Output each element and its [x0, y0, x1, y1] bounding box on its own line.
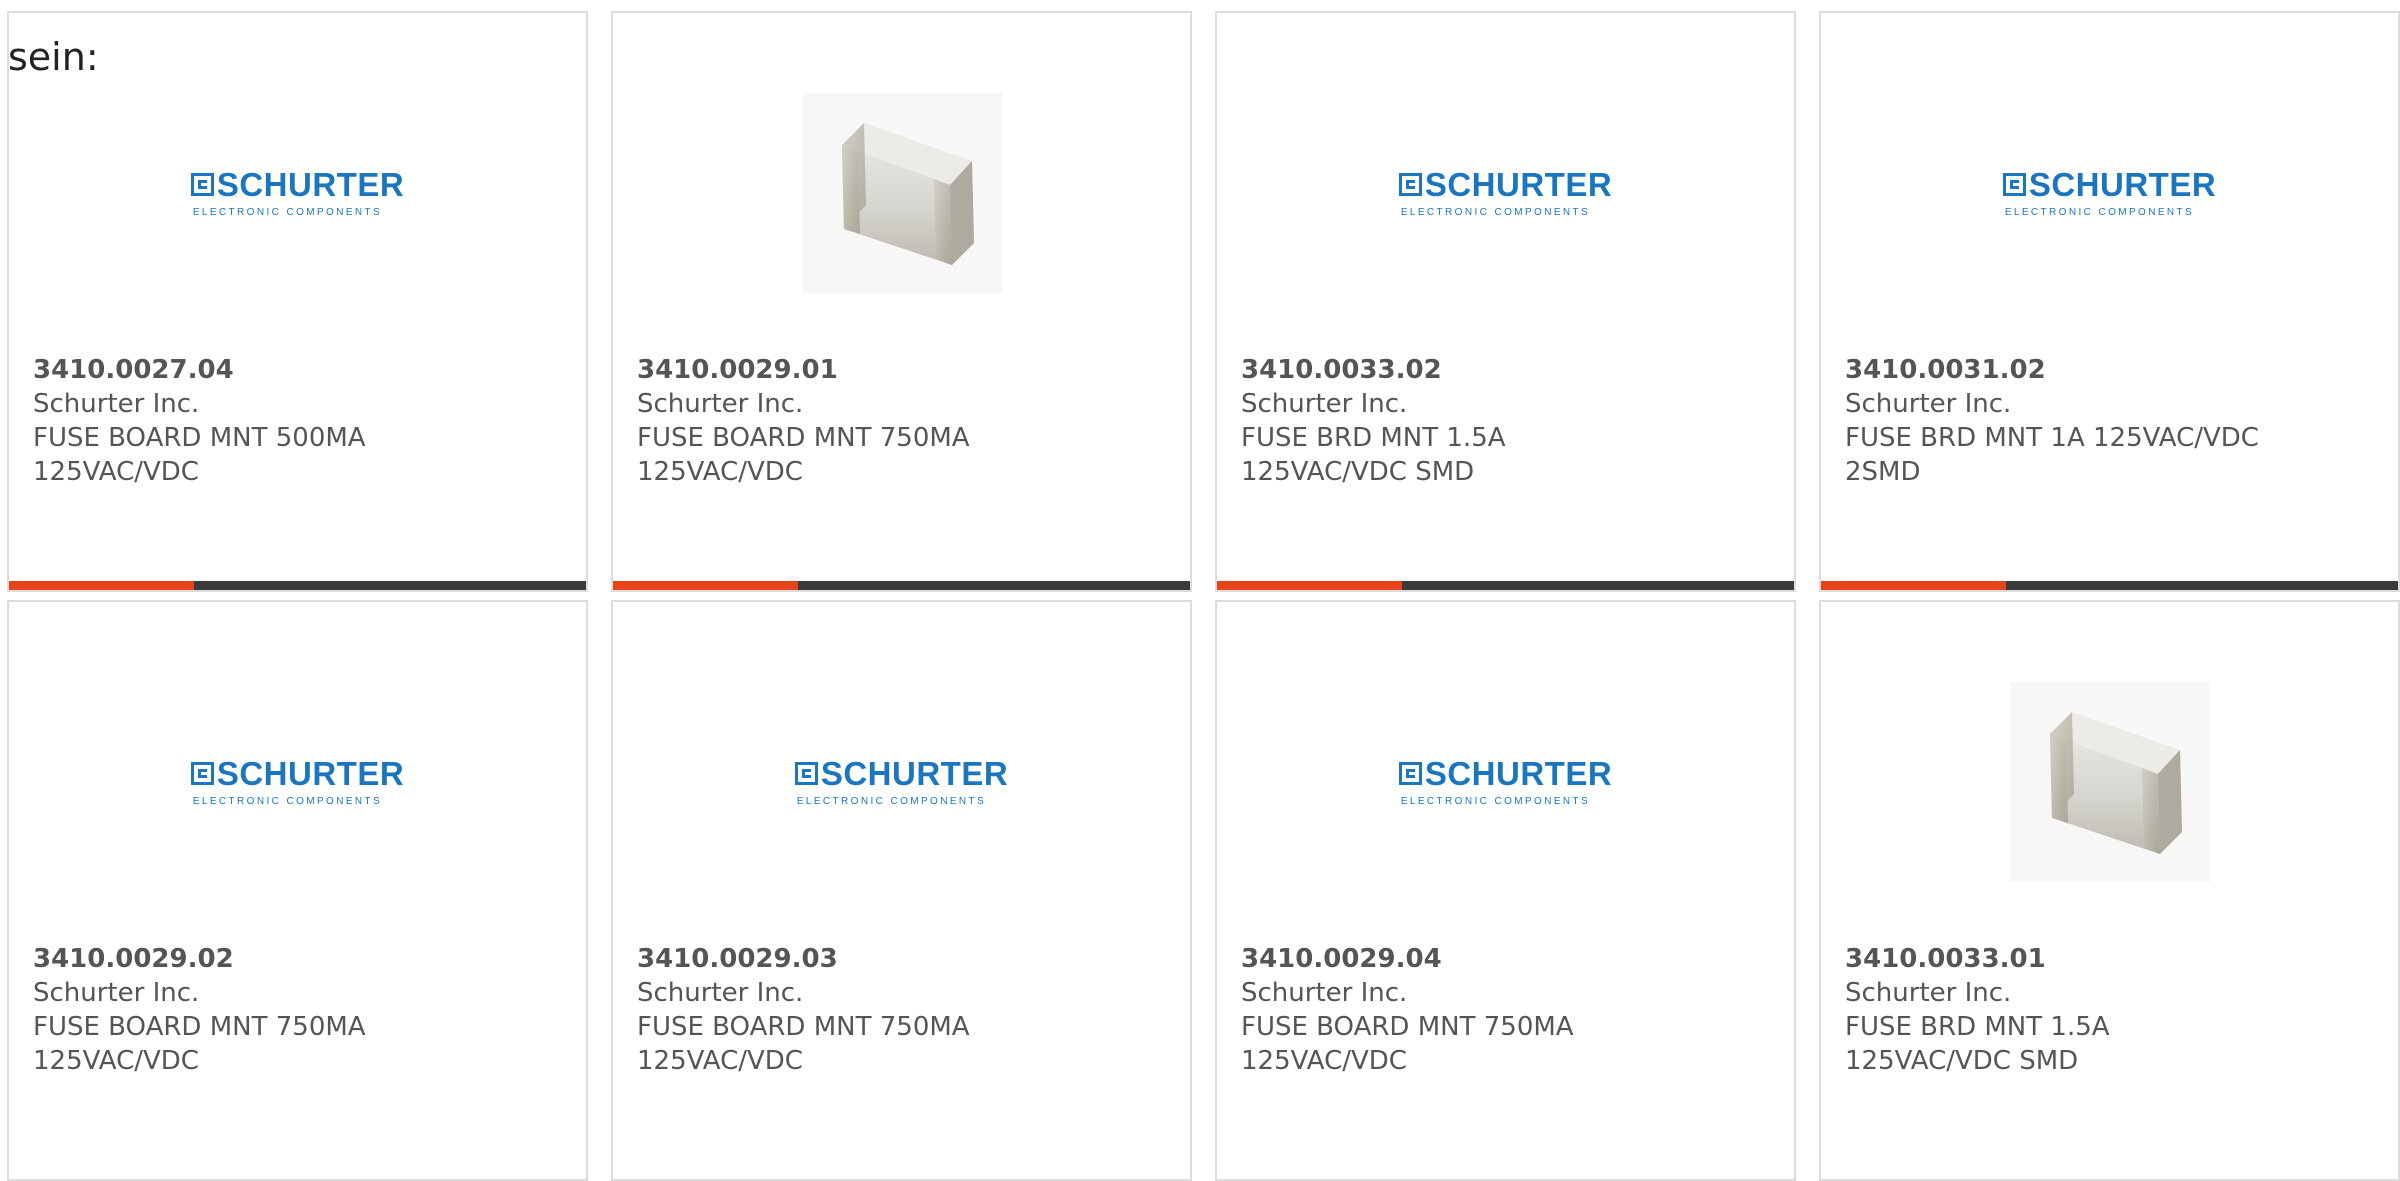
- manufacturer: Schurter Inc.: [637, 389, 804, 419]
- manufacturer: Schurter Inc.: [1241, 978, 1408, 1008]
- progress-bar: [1821, 581, 2398, 590]
- part-number[interactable]: 3410.0033.02: [1241, 353, 1774, 387]
- intro-text: sein:: [8, 35, 99, 79]
- description-line: FUSE BRD MNT 1A 125VAC/VDC: [1845, 423, 2259, 453]
- fuse-icon: [841, 123, 974, 265]
- description-line: FUSE BOARD MNT 750MA: [637, 1012, 970, 1042]
- schurter-logo-mark-icon: [1398, 762, 1422, 785]
- product-card[interactable]: SCHURTER ELECTRONIC COMPONENTS 3410.0033…: [1215, 11, 1796, 592]
- fuse-photo: [801, 93, 1002, 293]
- part-number[interactable]: 3410.0027.04: [33, 353, 566, 387]
- part-number[interactable]: 3410.0029.01: [637, 353, 1170, 387]
- part-number[interactable]: 3410.0029.03: [637, 942, 1170, 976]
- part-number[interactable]: 3410.0031.02: [1845, 353, 2378, 387]
- schurter-logo-mark-icon: [190, 762, 214, 785]
- description-line: 125VAC/VDC: [33, 457, 199, 487]
- manufacturer: Schurter Inc.: [637, 978, 804, 1008]
- product-info: 3410.0027.04 Schurter Inc. FUSE BOARD MNT …: [33, 353, 566, 489]
- product-card[interactable]: SCHURTER ELECTRONIC COMPONENTS 3410.0031…: [1819, 11, 2400, 592]
- logo-tagline: ELECTRONIC COMPONENTS: [192, 796, 383, 807]
- description-line: FUSE BOARD MNT 750MA: [1241, 1012, 1574, 1042]
- description-line: 125VAC/VDC SMD: [1845, 1046, 2079, 1076]
- description-line: 125VAC/VDC: [1241, 1046, 1407, 1076]
- logo-tagline: ELECTRONIC COMPONENTS: [2004, 207, 2195, 218]
- part-number[interactable]: 3410.0029.04: [1241, 942, 1774, 976]
- product-info: 3410.0029.04 Schurter Inc. FUSE BOARD MNT …: [1241, 942, 1774, 1078]
- fuse-photo: [2009, 682, 2210, 882]
- progress-bar-fill: [9, 581, 194, 590]
- manufacturer: Schurter Inc.: [1845, 978, 2012, 1008]
- progress-bar: [9, 581, 586, 590]
- schurter-logo-mark-icon: [190, 173, 214, 196]
- description-line: 125VAC/VDC SMD: [1241, 457, 1475, 487]
- schurter-logo: SCHURTER ELECTRONIC COMPONENTS: [190, 755, 405, 807]
- schurter-logo: SCHURTER ELECTRONIC COMPONENTS: [2002, 166, 2217, 218]
- manufacturer: Schurter Inc.: [1845, 389, 2012, 419]
- product-image[interactable]: SCHURTER ELECTRONIC COMPONENTS: [9, 662, 586, 902]
- logo-wordmark: SCHURTER: [1424, 755, 1613, 792]
- description-line: 125VAC/VDC: [33, 1046, 199, 1076]
- schurter-logo: SCHURTER ELECTRONIC COMPONENTS: [1398, 755, 1613, 807]
- logo-wordmark: SCHURTER: [216, 755, 405, 792]
- logo-wordmark: SCHURTER: [1424, 166, 1613, 203]
- description-line: FUSE BOARD MNT 750MA: [637, 423, 970, 453]
- product-card[interactable]: SCHURTER ELECTRONIC COMPONENTS 3410.0029…: [1215, 600, 1796, 1181]
- progress-bar: [613, 581, 1190, 590]
- product-card[interactable]: SCHURTER ELECTRONIC COMPONENTS 3410.0029…: [7, 600, 588, 1181]
- product-image[interactable]: SCHURTER ELECTRONIC COMPONENTS: [613, 662, 1190, 902]
- product-image[interactable]: SCHURTER ELECTRONIC COMPONENTS: [9, 73, 586, 313]
- product-info: 3410.0033.02 Schurter Inc. FUSE BRD MNT 1.…: [1241, 353, 1774, 489]
- product-card[interactable]: SCHURTER ELECTRONIC COMPONENTS 3410.0029…: [611, 600, 1192, 1181]
- manufacturer: Schurter Inc.: [33, 389, 200, 419]
- logo-tagline: ELECTRONIC COMPONENTS: [796, 796, 987, 807]
- progress-bar-fill: [613, 581, 798, 590]
- fuse-icon: [2049, 712, 2182, 854]
- product-info: 3410.0029.01 Schurter Inc. FUSE BOARD MNT …: [637, 353, 1170, 489]
- description-line: FUSE BOARD MNT 750MA: [33, 1012, 366, 1042]
- logo-wordmark: SCHURTER: [820, 755, 1009, 792]
- logo-tagline: ELECTRONIC COMPONENTS: [192, 207, 383, 218]
- product-grid: SCHURTER ELECTRONIC COMPONENTS 3410.0027…: [7, 11, 2400, 1181]
- description-line: 2SMD: [1845, 457, 1921, 487]
- progress-bar: [1217, 581, 1794, 590]
- description-line: FUSE BRD MNT 1.5A: [1241, 423, 1506, 453]
- product-info: 3410.0033.01 Schurter Inc. FUSE BRD MNT 1.…: [1845, 942, 2378, 1078]
- product-info: 3410.0029.02 Schurter Inc. FUSE BOARD MNT …: [33, 942, 566, 1078]
- product-image[interactable]: [1821, 662, 2398, 902]
- product-image[interactable]: [613, 73, 1190, 313]
- product-card[interactable]: 3410.0029.01 Schurter Inc. FUSE BOARD MNT …: [611, 11, 1192, 592]
- part-number[interactable]: 3410.0033.01: [1845, 942, 2378, 976]
- product-image[interactable]: SCHURTER ELECTRONIC COMPONENTS: [1821, 73, 2398, 313]
- schurter-logo-mark-icon: [2002, 173, 2026, 196]
- logo-tagline: ELECTRONIC COMPONENTS: [1400, 796, 1591, 807]
- product-info: 3410.0029.03 Schurter Inc. FUSE BOARD MNT …: [637, 942, 1170, 1078]
- progress-bar-fill: [1821, 581, 2006, 590]
- schurter-logo-mark-icon: [794, 762, 818, 785]
- schurter-logo: SCHURTER ELECTRONIC COMPONENTS: [190, 166, 405, 218]
- description-line: 125VAC/VDC: [637, 1046, 803, 1076]
- product-card[interactable]: 3410.0033.01 Schurter Inc. FUSE BRD MNT 1.…: [1819, 600, 2400, 1181]
- product-image[interactable]: SCHURTER ELECTRONIC COMPONENTS: [1217, 662, 1794, 902]
- logo-wordmark: SCHURTER: [216, 166, 405, 203]
- part-number[interactable]: 3410.0029.02: [33, 942, 566, 976]
- logo-wordmark: SCHURTER: [2028, 166, 2217, 203]
- description-line: 125VAC/VDC: [637, 457, 803, 487]
- schurter-logo-mark-icon: [1398, 173, 1422, 196]
- product-info: 3410.0031.02 Schurter Inc. FUSE BRD MNT 1A…: [1845, 353, 2378, 489]
- logo-tagline: ELECTRONIC COMPONENTS: [1400, 207, 1591, 218]
- progress-bar-fill: [1217, 581, 1402, 590]
- description-line: FUSE BOARD MNT 500MA: [33, 423, 366, 453]
- manufacturer: Schurter Inc.: [33, 978, 200, 1008]
- schurter-logo: SCHURTER ELECTRONIC COMPONENTS: [794, 755, 1009, 807]
- manufacturer: Schurter Inc.: [1241, 389, 1408, 419]
- product-image[interactable]: SCHURTER ELECTRONIC COMPONENTS: [1217, 73, 1794, 313]
- product-card[interactable]: SCHURTER ELECTRONIC COMPONENTS 3410.0027…: [7, 11, 588, 592]
- description-line: FUSE BRD MNT 1.5A: [1845, 1012, 2110, 1042]
- schurter-logo: SCHURTER ELECTRONIC COMPONENTS: [1398, 166, 1613, 218]
